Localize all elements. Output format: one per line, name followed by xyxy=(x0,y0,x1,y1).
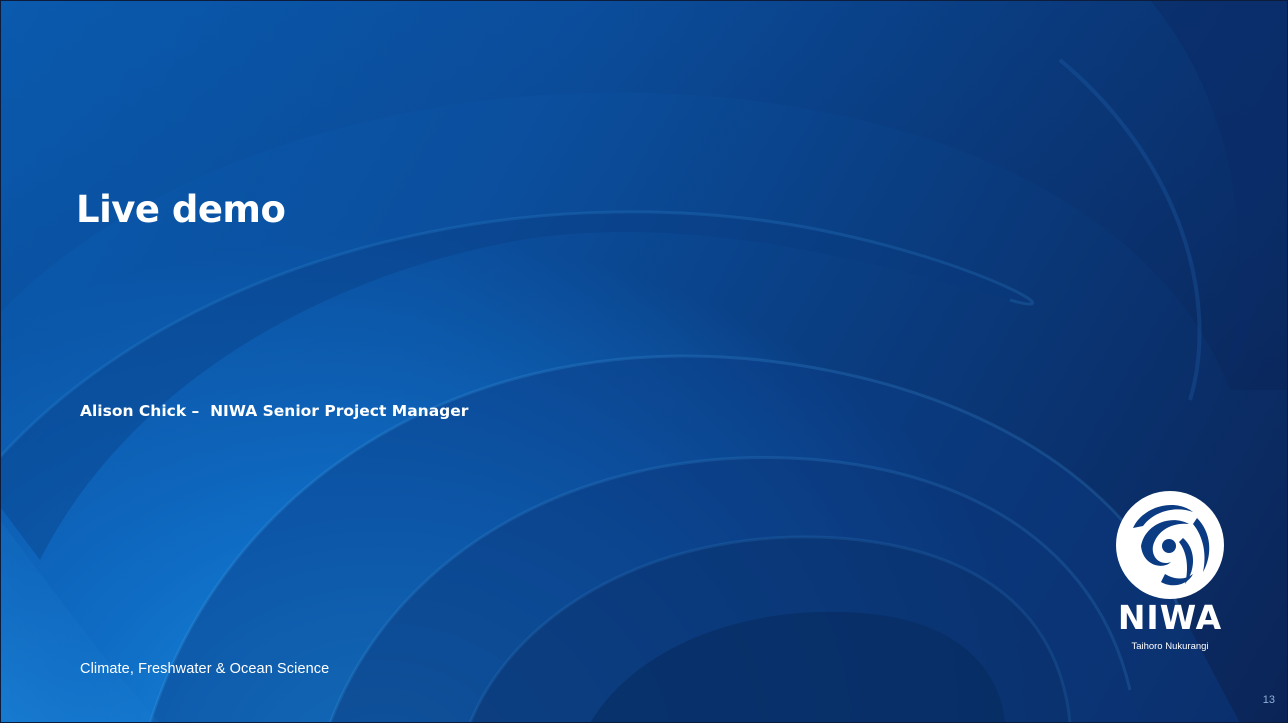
niwa-wordmark: NIWA xyxy=(1117,598,1223,637)
presenter-name: Alison Chick – NIWA Senior Project Manag… xyxy=(80,402,469,420)
slide-title: Live demo xyxy=(76,188,286,231)
niwa-logo: NIWA Taihoro Nukurangi xyxy=(1105,488,1235,658)
niwa-emblem-icon xyxy=(1116,491,1224,599)
presentation-slide: Live demo Alison Chick – NIWA Senior Pro… xyxy=(0,0,1288,723)
niwa-subtitle: Taihoro Nukurangi xyxy=(1131,641,1209,652)
organization-tagline: Climate, Freshwater & Ocean Science xyxy=(80,661,330,677)
slide-number: 13 xyxy=(1262,694,1275,706)
background-swirl-pattern xyxy=(0,0,1288,723)
